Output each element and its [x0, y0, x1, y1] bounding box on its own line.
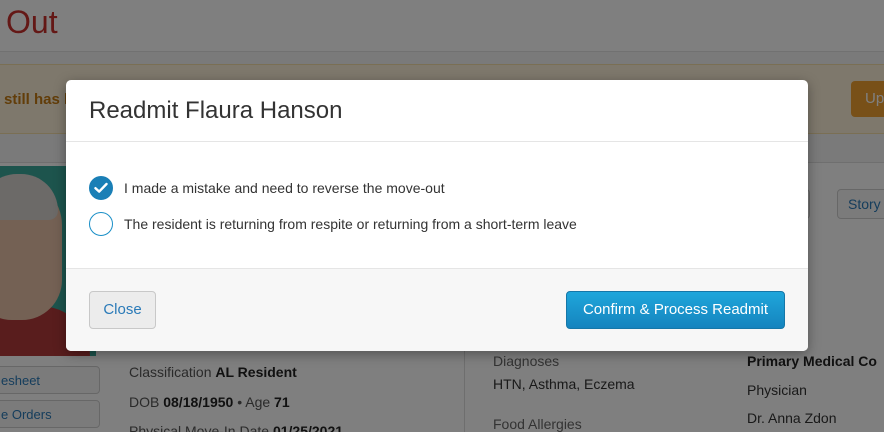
dialog-footer: Close Confirm & Process Readmit [66, 268, 808, 351]
check-icon[interactable] [89, 176, 113, 200]
confirm-readmit-button[interactable]: Confirm & Process Readmit [566, 291, 785, 329]
option-returning-from-leave[interactable]: The resident is returning from respite o… [89, 212, 577, 236]
radio-unchecked-icon[interactable] [89, 212, 113, 236]
option-label: I made a mistake and need to reverse the… [124, 180, 445, 196]
option-reverse-move-out[interactable]: I made a mistake and need to reverse the… [89, 176, 445, 200]
close-button[interactable]: Close [89, 291, 156, 329]
dialog-body: I made a mistake and need to reverse the… [66, 142, 808, 268]
dialog-header: Readmit Flaura Hanson [66, 80, 808, 142]
dialog-title: Readmit Flaura Hanson [89, 97, 343, 124]
readmit-dialog: Readmit Flaura Hanson I made a mistake a… [66, 80, 808, 351]
option-label: The resident is returning from respite o… [124, 216, 577, 232]
